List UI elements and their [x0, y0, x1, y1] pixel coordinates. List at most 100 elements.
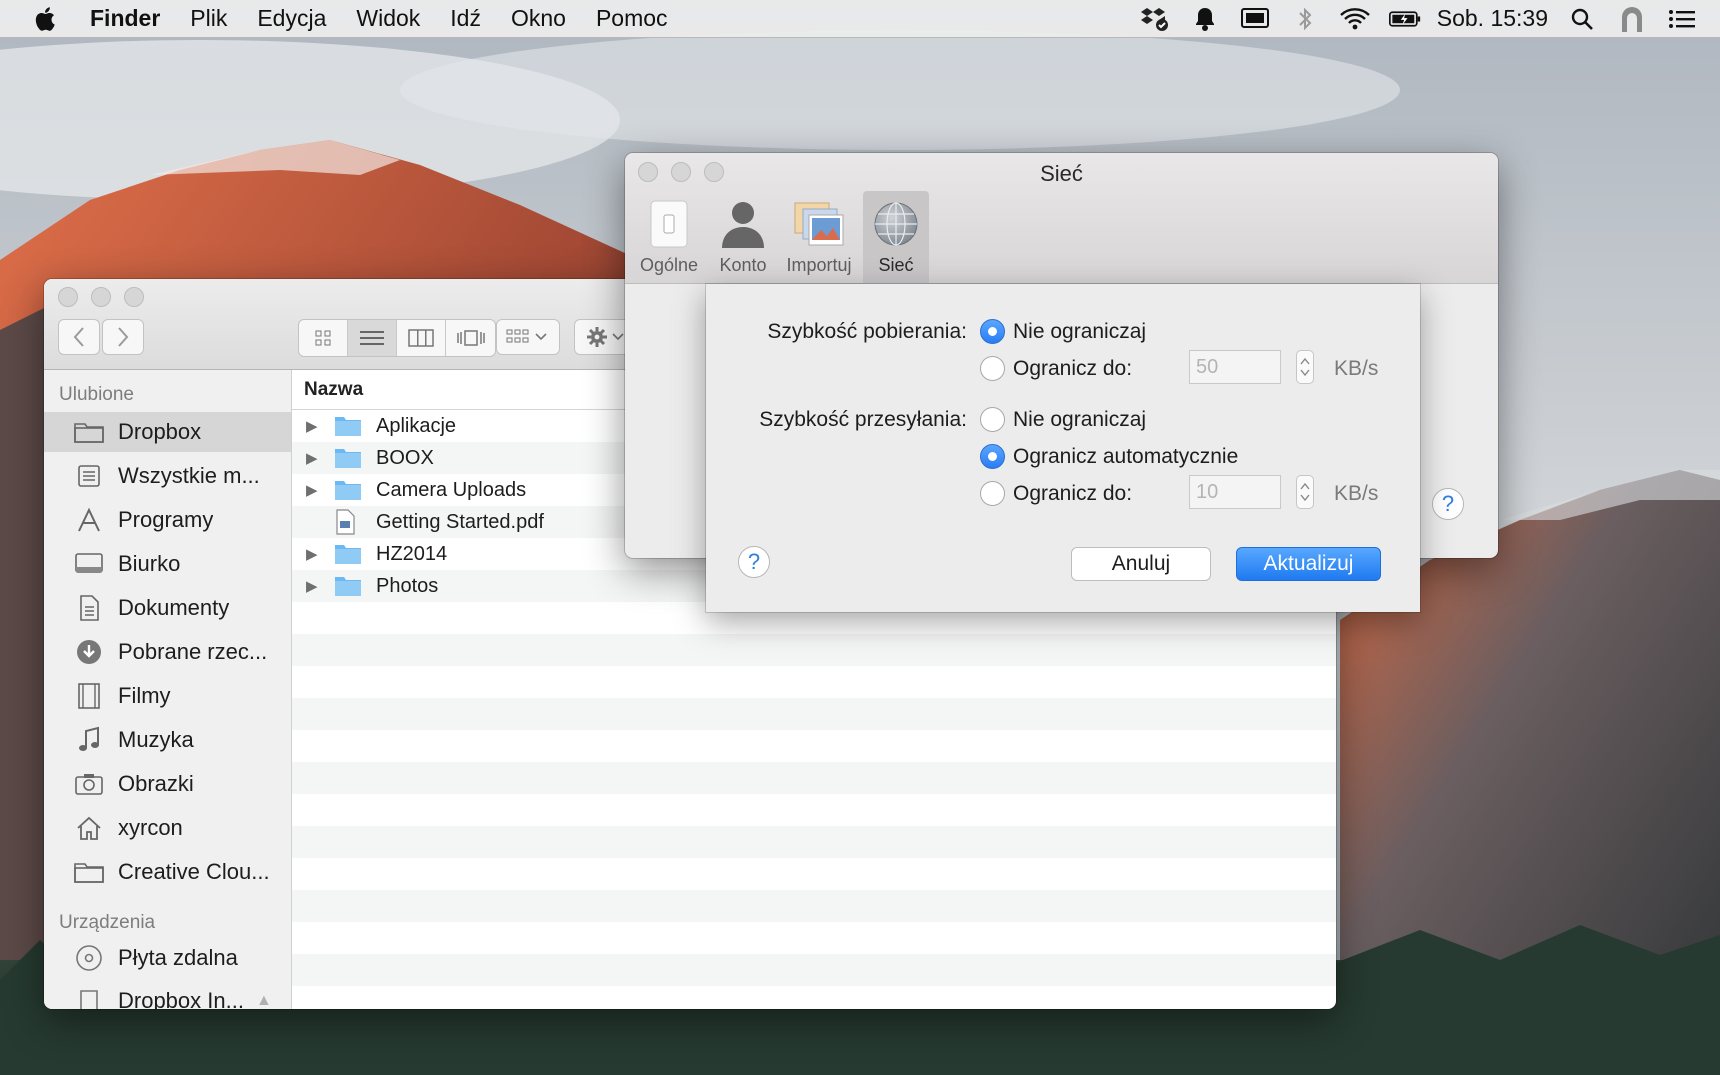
arrange-button[interactable]: [496, 319, 560, 355]
list-icon: [360, 331, 384, 345]
tab-network[interactable]: Sieć: [863, 191, 929, 283]
desktop-icon: [72, 549, 106, 579]
tab-general[interactable]: Ogólne: [636, 191, 702, 283]
forward-button[interactable]: [102, 319, 144, 355]
upload-limit-radio[interactable]: Ogranicz do:: [980, 481, 1132, 506]
spotlight-search-icon[interactable]: [1566, 4, 1598, 34]
sidebar-item-creative-cloud[interactable]: Creative Clou...: [44, 852, 291, 892]
notification-bell-icon[interactable]: [1189, 4, 1221, 34]
wifi-icon[interactable]: [1339, 4, 1371, 34]
upload-limit-stepper[interactable]: [1296, 475, 1314, 509]
pdf-file-icon: [334, 509, 364, 535]
download-limit-radio[interactable]: Ogranicz do:: [980, 356, 1132, 381]
home-icon: [72, 813, 106, 843]
upload-limit-input[interactable]: 10: [1189, 475, 1281, 509]
sidebar-item-movies[interactable]: Filmy: [44, 676, 291, 716]
column-view-button[interactable]: [397, 320, 446, 356]
menu-bar: Finder Plik Edycja Widok Idź Okno Pomoc …: [0, 0, 1720, 38]
sidebar-item-music[interactable]: Muzyka: [44, 720, 291, 760]
sidebar-item-pictures[interactable]: Obrazki: [44, 764, 291, 804]
sidebar-item-downloads[interactable]: Pobrane rzec...: [44, 632, 291, 672]
notification-center-icon[interactable]: [1666, 4, 1698, 34]
disclosure-triangle-icon[interactable]: ▶: [306, 545, 324, 563]
tab-label: Konto: [719, 255, 767, 275]
sidebar-item-label: Biurko: [118, 551, 181, 576]
battery-charging-icon[interactable]: [1388, 4, 1421, 34]
empty-row: [292, 666, 1336, 698]
menu-idz[interactable]: Idź: [450, 5, 481, 32]
disclosure-triangle-icon[interactable]: ▶: [306, 577, 324, 595]
menu-app-finder[interactable]: Finder: [90, 5, 160, 32]
download-limit-input[interactable]: 50: [1189, 350, 1281, 384]
general-switch-icon: [642, 197, 696, 251]
download-limit-stepper[interactable]: [1296, 350, 1314, 384]
menu-okno[interactable]: Okno: [511, 5, 566, 32]
empty-row: [292, 922, 1336, 954]
back-button[interactable]: [58, 319, 100, 355]
documents-icon: [72, 593, 106, 623]
radio-label: Nie ograniczaj: [1013, 407, 1147, 431]
stepper-arrows-icon: [1300, 357, 1310, 377]
sidebar-item-desktop[interactable]: Biurko: [44, 544, 291, 584]
preferences-help-button[interactable]: ?: [1432, 488, 1464, 520]
sidebar-item-label: Dropbox In...: [118, 988, 244, 1009]
sheet-help-button[interactable]: ?: [738, 546, 770, 578]
download-unlimited-radio[interactable]: Nie ograniczaj: [980, 319, 1146, 344]
file-name: Camera Uploads: [376, 478, 527, 501]
zoom-button[interactable]: [124, 287, 144, 307]
bandwidth-sheet: Szybkość pobierania: Nie ograniczaj Ogra…: [706, 284, 1420, 612]
apple-logo-icon[interactable]: [34, 5, 60, 33]
menu-plik[interactable]: Plik: [190, 5, 227, 32]
network-globe-icon: [869, 197, 923, 251]
sidebar-item-home[interactable]: xyrcon: [44, 808, 291, 848]
icon-view-button[interactable]: [299, 320, 348, 356]
empty-row: [292, 986, 1336, 1009]
empty-row: [292, 762, 1336, 794]
folder-icon: [334, 446, 364, 470]
user-profile-icon[interactable]: [1616, 4, 1648, 34]
radio-label: Nie ograniczaj: [1013, 319, 1147, 343]
disclosure-triangle-icon[interactable]: ▶: [306, 481, 324, 499]
upload-auto-radio[interactable]: Ogranicz automatycznie: [980, 444, 1238, 469]
sidebar-header-devices: Urządzenia: [59, 912, 156, 933]
airplay-display-icon[interactable]: [1239, 4, 1271, 34]
menu-widok[interactable]: Widok: [356, 5, 420, 32]
sidebar-item-applications[interactable]: Programy: [44, 500, 291, 540]
tab-account[interactable]: Konto: [710, 191, 776, 283]
menubar-clock[interactable]: Sob. 15:39: [1437, 5, 1548, 32]
radio-selected-icon: [980, 444, 1005, 469]
view-mode-selector: [298, 319, 496, 357]
sidebar-item-label: Creative Clou...: [118, 859, 270, 884]
menu-edycja[interactable]: Edycja: [257, 5, 326, 32]
sidebar-item-remote-disc[interactable]: Płyta zdalna: [44, 938, 291, 978]
disclosure-triangle-icon[interactable]: ▶: [306, 417, 324, 435]
close-button[interactable]: [58, 287, 78, 307]
upload-unlimited-radio[interactable]: Nie ograniczaj: [980, 407, 1146, 432]
bluetooth-icon[interactable]: [1289, 4, 1321, 34]
folder-icon: [334, 478, 364, 502]
list-view-button[interactable]: [348, 320, 397, 356]
upload-unit-label: KB/s: [1334, 482, 1379, 505]
tab-import[interactable]: Importuj: [786, 191, 852, 283]
folder-icon: [334, 414, 364, 438]
grid-icon: [315, 330, 331, 346]
eject-icon[interactable]: ▲: [256, 992, 272, 1009]
coverflow-view-button[interactable]: [446, 320, 495, 356]
radio-unselected-icon: [980, 356, 1005, 381]
disclosure-triangle-icon[interactable]: ▶: [306, 449, 324, 467]
sidebar-item-all-files[interactable]: Wszystkie m...: [44, 456, 291, 496]
empty-row: [292, 858, 1336, 890]
empty-row: [292, 954, 1336, 986]
downloads-icon: [72, 637, 106, 667]
minimize-button[interactable]: [91, 287, 111, 307]
columns-icon: [408, 329, 434, 347]
cancel-button[interactable]: Anuluj: [1071, 547, 1211, 581]
dropbox-sync-icon[interactable]: [1139, 4, 1171, 34]
all-files-icon: [72, 461, 106, 491]
tab-label: Sieć: [878, 255, 914, 275]
sidebar-item-dropbox[interactable]: Dropbox: [44, 412, 291, 452]
update-button[interactable]: Aktualizuj: [1236, 547, 1381, 581]
menu-pomoc[interactable]: Pomoc: [596, 5, 668, 32]
sidebar-item-dropbox-installer[interactable]: Dropbox In... ▲: [44, 981, 291, 1009]
sidebar-item-documents[interactable]: Dokumenty: [44, 588, 291, 628]
